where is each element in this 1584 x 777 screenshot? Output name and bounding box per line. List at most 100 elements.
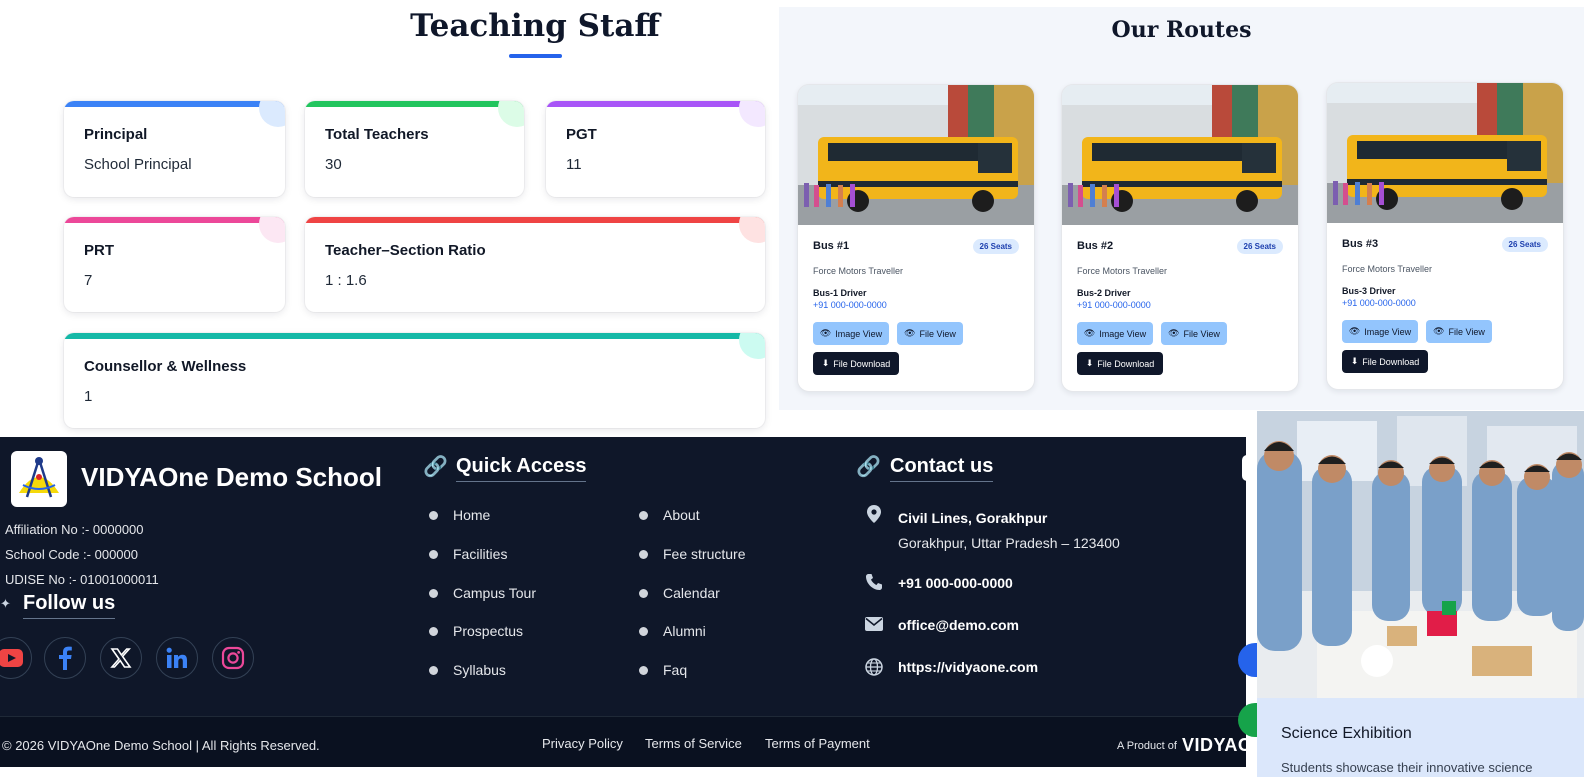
- button-label: File Download: [1362, 356, 1420, 367]
- school-name: VIDYAOne Demo School: [81, 462, 382, 492]
- quick-link-faq[interactable]: Faq: [639, 662, 687, 678]
- link-label: Home: [453, 507, 491, 523]
- button-label: Image View: [1364, 326, 1412, 337]
- compass-logo-icon: [19, 457, 59, 498]
- link-label: Faq: [663, 662, 688, 678]
- bus-model: Force Motors Traveller: [1077, 266, 1168, 276]
- stat-label: PGT: [566, 126, 597, 143]
- card-corner-decoration: [259, 217, 285, 243]
- quick-link-about[interactable]: About: [639, 507, 700, 523]
- button-label: File View: [1448, 326, 1485, 337]
- bus-photo[interactable]: [1062, 85, 1298, 225]
- instagram-icon[interactable]: [212, 637, 254, 679]
- button-label: Image View: [1099, 328, 1147, 339]
- title-underline: [509, 54, 562, 58]
- quick-access-title: Quick Access: [456, 455, 587, 482]
- x-twitter-icon[interactable]: [100, 637, 142, 679]
- seats-badge: 26 Seats: [1236, 239, 1283, 254]
- stat-card-counsellor: Counsellor & Wellness 1: [64, 333, 765, 428]
- quick-link-campus-tour[interactable]: Campus Tour: [429, 585, 536, 601]
- globe-icon: [864, 658, 884, 680]
- privacy-policy-link[interactable]: Privacy Policy: [542, 736, 623, 751]
- bus-card-2: Bus #2 26 Seats Force Motors Traveller B…: [1061, 84, 1299, 392]
- card-corner-decoration: [259, 101, 285, 127]
- seats-badge: 26 Seats: [1501, 237, 1548, 252]
- facebook-icon[interactable]: [44, 637, 86, 679]
- file-download-button[interactable]: ⬇ File Download: [1077, 352, 1163, 375]
- stat-label: Principal: [84, 126, 148, 143]
- card-accent-bar: [64, 333, 765, 339]
- copyright-label: 2026 VIDYAOne Demo School | All Rights R…: [15, 738, 320, 753]
- envelope-icon: [864, 617, 884, 635]
- bullet-icon: [639, 626, 648, 636]
- stat-label: Total Teachers: [325, 126, 429, 143]
- gallery-description: Students showcase their innovative scien…: [1281, 760, 1533, 775]
- file-view-button[interactable]: 👁 File View: [897, 322, 963, 345]
- phone-icon: [864, 573, 884, 595]
- contact-phone[interactable]: +91 000-000-0000: [898, 575, 1013, 591]
- file-download-button[interactable]: ⬇ File Download: [1342, 350, 1428, 373]
- quick-link-prospectus[interactable]: Prospectus: [429, 623, 523, 639]
- card-accent-bar: [64, 101, 285, 107]
- bus-name: Bus #1: [813, 240, 850, 252]
- bus-photo[interactable]: [798, 85, 1034, 225]
- card-accent-bar: [64, 217, 285, 223]
- driver-phone[interactable]: +91 000-000-0000: [813, 300, 887, 310]
- link-icon: 🔗: [856, 456, 881, 478]
- stat-card-total-teachers: Total Teachers 30: [305, 101, 524, 197]
- stat-label: PRT: [84, 242, 114, 259]
- link-label: Fee structure: [663, 546, 746, 562]
- follow-us-title: Follow us: [23, 592, 116, 619]
- bus-driver: Bus-1 Driver: [813, 288, 867, 298]
- file-view-button[interactable]: 👁 File View: [1161, 322, 1227, 345]
- link-label: Campus Tour: [453, 585, 537, 601]
- udise-number: UDISE No :- 01001000011: [5, 572, 159, 587]
- stat-value: 7: [84, 272, 93, 289]
- quick-link-facilities[interactable]: Facilities: [429, 546, 507, 562]
- card-corner-decoration: [498, 101, 524, 127]
- quick-link-home[interactable]: Home: [429, 507, 490, 523]
- driver-phone[interactable]: +91 000-000-0000: [1342, 298, 1416, 308]
- stat-value: 1 : 1.6: [325, 272, 367, 289]
- card-accent-bar: [546, 101, 765, 107]
- image-view-button[interactable]: 👁 Image View: [1342, 320, 1418, 343]
- contact-email[interactable]: office@demo.com: [898, 617, 1019, 633]
- bullet-icon: [639, 588, 648, 598]
- quick-link-alumni[interactable]: Alumni: [639, 623, 706, 639]
- vidyaone-brand-logo[interactable]: VIDYAO: [1182, 735, 1252, 756]
- eye-icon: 👁: [1083, 328, 1096, 338]
- terms-of-service-link[interactable]: Terms of Service: [645, 736, 742, 751]
- floating-tab[interactable]: [1242, 455, 1256, 481]
- quick-link-fee-structure[interactable]: Fee structure: [639, 546, 745, 562]
- bus-name: Bus #2: [1077, 240, 1114, 252]
- terms-of-payment-link[interactable]: Terms of Payment: [765, 736, 870, 751]
- bus-photo[interactable]: [1327, 83, 1563, 223]
- quick-link-syllabus[interactable]: Syllabus: [429, 662, 506, 678]
- link-label: Calendar: [663, 585, 720, 601]
- quick-link-calendar[interactable]: Calendar: [639, 585, 720, 601]
- link-label: Prospectus: [453, 623, 524, 639]
- bullet-icon: [429, 549, 438, 559]
- image-view-button[interactable]: 👁 Image View: [813, 322, 889, 345]
- stat-card-prt: PRT 7: [64, 217, 285, 312]
- image-view-button[interactable]: 👁 Image View: [1077, 322, 1153, 345]
- bus-model: Force Motors Traveller: [1342, 264, 1433, 274]
- linkedin-icon[interactable]: [156, 637, 198, 679]
- seats-badge: 26 Seats: [972, 239, 1019, 254]
- science-exhibition-photo[interactable]: [1257, 411, 1584, 698]
- gallery-title: Science Exhibition: [1281, 725, 1412, 742]
- stat-value: 30: [325, 156, 342, 173]
- bullet-icon: [429, 588, 438, 598]
- product-of-label: A Product of: [1117, 740, 1177, 752]
- driver-phone[interactable]: +91 000-000-0000: [1077, 300, 1151, 310]
- file-view-button[interactable]: 👁 File View: [1426, 320, 1492, 343]
- school-logo[interactable]: [11, 451, 67, 507]
- file-download-button[interactable]: ⬇ File Download: [813, 352, 899, 375]
- stat-label: Counsellor & Wellness: [84, 358, 247, 375]
- button-label: File Download: [833, 358, 891, 369]
- stat-card-teacher-section-ratio: Teacher–Section Ratio 1 : 1.6: [305, 217, 765, 312]
- contact-website[interactable]: https://vidyaone.com: [898, 659, 1038, 675]
- stat-value: 11: [566, 156, 582, 173]
- affiliation-number: Affiliation No :- 0000000: [5, 522, 144, 537]
- stat-value: School Principal: [84, 156, 192, 173]
